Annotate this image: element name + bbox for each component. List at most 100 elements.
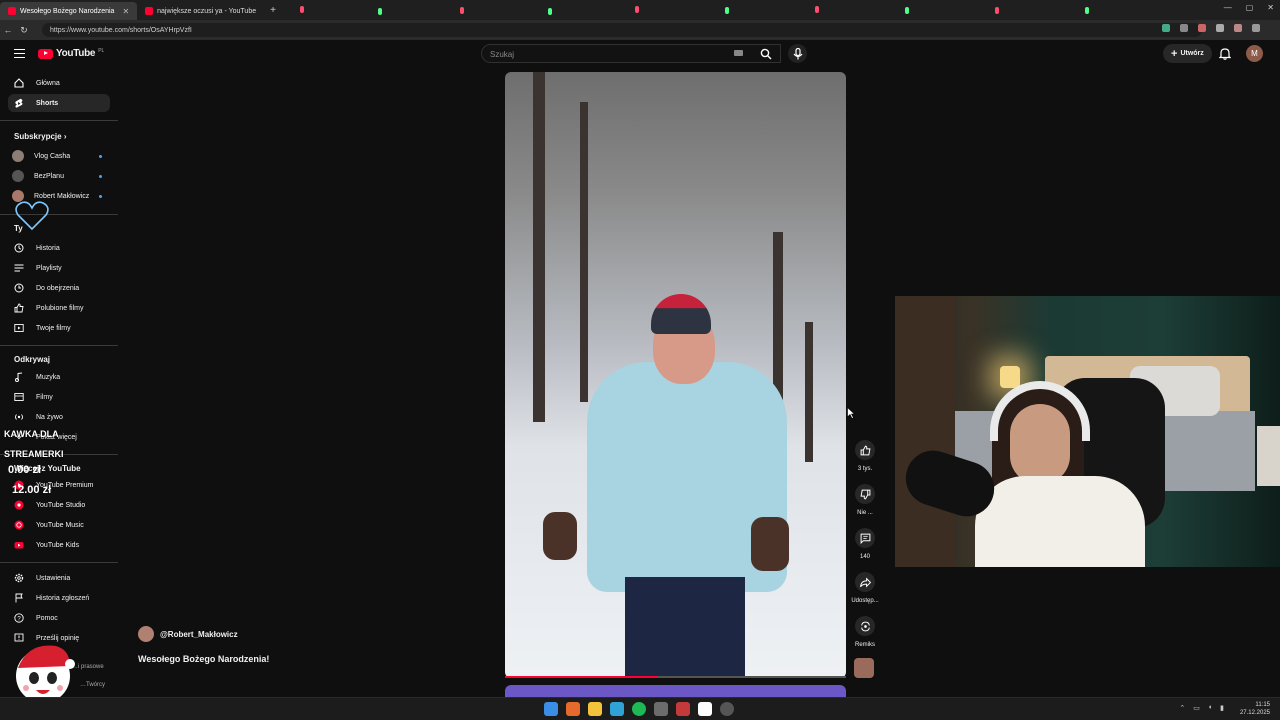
- share-icon: [859, 576, 871, 588]
- channel-avatar[interactable]: [138, 626, 154, 642]
- firefox-icon[interactable]: [566, 702, 580, 716]
- reload-icon[interactable]: ↻: [16, 25, 32, 36]
- donation-goal-line: KAWKA DLA: [4, 429, 59, 439]
- person-beanie: [651, 294, 711, 334]
- extension-icon[interactable]: [1216, 24, 1224, 32]
- dislike-button[interactable]: Nie ...: [846, 484, 884, 516]
- search-button[interactable]: [752, 44, 780, 63]
- like-icon: [14, 303, 24, 313]
- streamer-shirt: [975, 476, 1145, 567]
- sidebar-item-shorts[interactable]: Shorts: [8, 94, 110, 112]
- video-progress-bar[interactable]: [505, 676, 846, 678]
- spotify-icon[interactable]: [632, 702, 646, 716]
- channel-name[interactable]: @Robert_Makłowicz: [160, 630, 238, 639]
- battery-icon[interactable]: ▮: [1220, 704, 1224, 712]
- search-placeholder: Szukaj: [490, 50, 515, 59]
- extension-icon[interactable]: [1180, 24, 1188, 32]
- notifications-button[interactable]: [1218, 47, 1232, 65]
- youtube-logo[interactable]: YouTube PL: [38, 48, 104, 59]
- lamp: [1000, 366, 1020, 388]
- comment-icon: [860, 533, 870, 544]
- sidebar-item-studio[interactable]: YouTube Studio: [8, 496, 110, 514]
- channel-avatar: [12, 170, 24, 182]
- app-icon[interactable]: [654, 702, 668, 716]
- network-icon[interactable]: ▭: [1193, 704, 1200, 712]
- extension-icon[interactable]: [1198, 24, 1206, 32]
- sound-source-avatar[interactable]: [854, 658, 874, 678]
- taskbar-apps: [544, 702, 734, 716]
- profile-icon[interactable]: [1234, 24, 1242, 32]
- heart-outline-icon: [14, 200, 50, 237]
- like-circle: [855, 440, 875, 460]
- sidebar-item-liked[interactable]: Polubione filmy: [8, 299, 110, 317]
- history-icon: [14, 243, 24, 253]
- sidebar-item-music-app[interactable]: YouTube Music: [8, 516, 110, 534]
- menu-icon[interactable]: [1252, 24, 1260, 32]
- like-button[interactable]: 3 tys.: [846, 440, 884, 472]
- account-avatar[interactable]: M: [1246, 45, 1263, 62]
- windows-taskbar: ⌃ ▭ ◖ ▮ 11:15 27.12.2025: [0, 697, 1280, 720]
- chevron-up-icon[interactable]: ⌃: [1179, 704, 1185, 712]
- maximize-icon[interactable]: ▢: [1246, 3, 1254, 12]
- sidebar-item-help[interactable]: ? Pomoc: [8, 609, 110, 627]
- app-icon[interactable]: [720, 702, 734, 716]
- comments-circle: [855, 528, 875, 548]
- close-window-icon[interactable]: ✕: [1267, 3, 1274, 12]
- new-content-dot: [99, 174, 102, 178]
- sidebar-item-label: Do obejrzenia: [36, 284, 80, 292]
- sidebar-item-settings[interactable]: Ustawienia: [8, 569, 110, 587]
- plus-icon: +: [1171, 47, 1178, 60]
- next-short-preview[interactable]: [505, 685, 846, 697]
- browser-tab[interactable]: największe oczusi ya - YouTube: [137, 2, 264, 20]
- shorts-video-player[interactable]: [505, 72, 846, 678]
- keyboard-icon[interactable]: [734, 50, 743, 56]
- sidebar-item-report-history[interactable]: Historia zgłoszeń: [8, 589, 110, 607]
- new-tab-icon[interactable]: +: [270, 5, 276, 16]
- sidebar-item-channel[interactable]: BezPlanu: [8, 167, 110, 185]
- help-icon: ?: [14, 613, 24, 623]
- sidebar-item-music[interactable]: Muzyka: [8, 368, 110, 386]
- sidebar-item-kids[interactable]: YouTube Kids: [8, 536, 110, 554]
- sidebar-item-home[interactable]: Główna: [8, 74, 110, 92]
- voice-search-button[interactable]: [788, 44, 807, 63]
- sidebar-item-films[interactable]: Filmy: [8, 388, 110, 406]
- sidebar-item-channel[interactable]: Vlog Casha: [8, 147, 110, 165]
- hamburger-menu-icon[interactable]: [14, 49, 25, 58]
- sidebar-item-label: Historia zgłoszeń: [36, 594, 90, 602]
- minimize-icon[interactable]: —: [1224, 3, 1232, 12]
- comments-button[interactable]: 140: [846, 528, 884, 560]
- close-tab-icon[interactable]: ✕: [122, 7, 129, 16]
- live-icon: [14, 412, 24, 422]
- streamer-webcam: [895, 296, 1280, 567]
- volume-icon[interactable]: ◖: [1208, 704, 1212, 712]
- windows-start-icon[interactable]: [544, 702, 558, 716]
- channel-avatar: [12, 150, 24, 162]
- channel-info[interactable]: @Robert_Makłowicz: [138, 626, 238, 642]
- window-controls: — ▢ ✕: [1224, 3, 1274, 12]
- url-field[interactable]: https://www.youtube.com/shorts/OsAYHrpVz…: [42, 23, 1202, 37]
- app-icon[interactable]: [698, 702, 712, 716]
- sidebar-item-history[interactable]: Historia: [8, 239, 110, 257]
- create-label: Utwórz: [1180, 50, 1204, 57]
- system-tray: ⌃ ▭ ◖ ▮: [1179, 704, 1224, 712]
- subscriptions-heading[interactable]: Subskrypcje ›: [14, 132, 66, 141]
- section-title: Subskrypcje: [14, 132, 62, 141]
- sidebar-item-label: YouTube Kids: [36, 541, 80, 549]
- share-button[interactable]: Udostęp...: [846, 572, 884, 604]
- taskbar-clock[interactable]: 11:15 27.12.2025: [1240, 701, 1270, 717]
- sidebar-item-watch-later[interactable]: Do obejrzenia: [8, 279, 110, 297]
- app-icon[interactable]: [676, 702, 690, 716]
- file-explorer-icon[interactable]: [588, 702, 602, 716]
- sidebar-item-label: Pomoc: [36, 614, 58, 622]
- sidebar-item-your-videos[interactable]: Twoje filmy: [8, 319, 110, 337]
- remix-button[interactable]: Remiks: [846, 616, 884, 648]
- browser-tab-active[interactable]: Wesołego Bożego Narodzenia ✕: [0, 2, 138, 20]
- sidebar-item-label: YouTube Music: [36, 521, 84, 529]
- donation-goal-title: KAWKA DLA STREAMERKI: [4, 424, 64, 464]
- create-button[interactable]: + Utwórz: [1163, 44, 1212, 63]
- back-icon[interactable]: ←: [0, 25, 16, 35]
- sidebar-item-playlists[interactable]: Playlisty: [8, 259, 110, 277]
- extension-icon[interactable]: [1162, 24, 1170, 32]
- edge-icon[interactable]: [610, 702, 624, 716]
- sidebar-item-label: Polubione filmy: [36, 304, 84, 312]
